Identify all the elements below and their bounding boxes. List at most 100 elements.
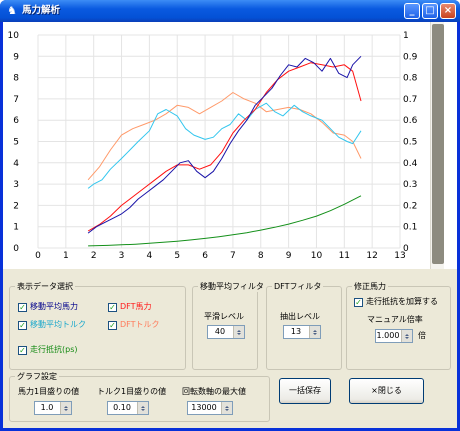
checkbox-label: DFT馬力 [120,302,152,311]
hp-scale-stepper[interactable]: 1.0 [34,401,72,415]
smoothing-level-label: 平滑レベル [204,312,244,321]
spin-arrows-icon[interactable] [309,326,320,338]
correction-caption: 修正馬力 [352,281,388,292]
dft-filter-group: DFTフィルタ 抽出レベル 13 [266,281,342,370]
series-line-4 [88,195,362,247]
dft-filter-caption: DFTフィルタ [272,281,324,292]
hp-scale-label: 馬力1目盛りの値 [18,387,80,396]
manual-rate-value: 1.000 [376,331,400,340]
x-tick-label: 7 [230,251,236,261]
x-tick-label: 11 [339,251,350,261]
checkmark-icon: ✓ [108,321,117,330]
x-tick-label: 3 [119,251,125,261]
spin-arrows-icon[interactable] [233,326,244,338]
x-tick-label: 9 [286,251,292,261]
series-line-1 [87,102,362,189]
y2-tick-label: 0.8 [403,74,418,84]
checkbox-running-resistance[interactable]: ✓ 走行抵抗(ps) [18,344,78,355]
y2-tick-label: 0.9 [403,52,418,62]
y-tick-label: 2 [13,201,19,211]
rpm-max-value: 13000 [191,403,217,412]
rpm-max-label: 回転数軸の最大値 [182,387,246,396]
client-area: 0 1 2 3 4 5 6 7 8 9 10 0 0.1 0.2 0.3 0.4 0.5 0.6 0.7 0.8 0.9… [3,22,457,428]
series-line-3 [87,55,362,234]
close-icon[interactable]: × [440,3,456,19]
smoothing-level-stepper[interactable]: 40 [207,325,245,339]
y-tick-label: 6 [13,116,19,126]
checkbox-label: 走行抵抗(ps) [30,345,78,354]
display-group-caption: 表示データ選択 [15,281,75,292]
x-tick-label: 0 [35,251,41,261]
checkbox-dft-torque[interactable]: ✓ DFTトルク [108,319,160,330]
x-tick-label: 12 [366,251,377,261]
graph-settings-group: グラフ設定 馬力1目盛りの値 1.0 トルク1目盛りの値 0.10 回転数軸の最… [9,371,270,422]
y-tick-label: 9 [13,52,19,62]
minimize-icon[interactable]: _ [404,3,420,19]
y-tick-label: 8 [13,74,19,84]
spin-arrows-icon[interactable] [221,402,232,414]
horse-icon: ♞ [7,4,17,17]
spin-arrows-icon[interactable] [401,330,412,342]
y2-tick-label: 0.5 [403,138,417,148]
y2-tick-label: 1 [403,31,409,41]
maximize-icon[interactable]: □ [422,3,438,19]
rate-unit-label: 倍 [418,331,426,340]
y-tick-label: 10 [8,31,20,41]
hp-scale-value: 1.0 [40,403,54,412]
display-group: 表示データ選択 ✓ 移動平均馬力 ✓ 移動平均トルク ✓ DFT馬力 ✓ DFTトルク … [9,281,186,370]
y-tick-label: 3 [13,180,19,190]
y2-tick-label: 0.2 [403,201,417,211]
manual-rate-label: マニュアル倍率 [367,315,423,324]
checkmark-icon: ✓ [108,303,117,312]
extraction-level-value: 13 [290,327,302,336]
checkbox-label: DFTトルク [120,320,160,329]
y2-tick-label: 0.3 [403,180,417,190]
checkbox-label: 移動平均馬力 [30,302,78,311]
y2-tick-label: 0.1 [403,223,417,233]
y2-tick-label: 0.7 [403,95,417,105]
checkbox-label: 移動平均トルク [30,320,86,329]
moving-avg-filter-caption: 移動平均フィルタ [198,281,266,292]
y-tick-label: 1 [13,223,19,233]
x-tick-label: 10 [311,251,323,261]
checkmark-icon: ✓ [18,346,27,355]
x-tick-label: 1 [63,251,69,261]
y-tick-label: 0 [13,244,19,254]
correction-group: 修正馬力 ✓ 走行抵抗を加算する マニュアル倍率 1.000 倍 [346,281,451,370]
x-tick-label: 8 [258,251,264,261]
smoothing-level-value: 40 [214,327,226,336]
series-line-0 [87,92,362,181]
x-tick-label: 2 [91,251,97,261]
bulk-save-button[interactable]: 一括保存 [279,378,331,404]
spin-arrows-icon[interactable] [137,402,148,414]
torque-scale-label: トルク1目盛りの値 [97,387,167,396]
checkbox-label: 走行抵抗を加算する [366,297,438,306]
y2-tick-label: 0.6 [403,116,418,126]
close-button[interactable]: ×閉じる [349,378,424,404]
title-bar[interactable]: ♞ 馬力解析 _ □ × [0,0,460,22]
checkbox-add-resistance[interactable]: ✓ 走行抵抗を加算する [354,296,438,307]
checkmark-icon: ✓ [354,298,363,307]
vertical-scrollbar[interactable] [430,22,444,269]
x-tick-label: 5 [174,251,180,261]
rpm-max-stepper[interactable]: 13000 [187,401,233,415]
spin-arrows-icon[interactable] [60,402,71,414]
window-title: 馬力解析 [22,5,61,16]
checkbox-moving-avg-torque[interactable]: ✓ 移動平均トルク [18,319,86,330]
moving-avg-filter-group: 移動平均フィルタ 平滑レベル 40 [192,281,266,370]
y-tick-label: 7 [13,95,19,105]
x-tick-label: 13 [394,251,405,261]
y-tick-label: 5 [13,138,19,148]
graph-settings-caption: グラフ設定 [15,371,59,382]
x-tick-label: 6 [202,251,208,261]
extraction-level-stepper[interactable]: 13 [283,325,321,339]
y-tick-label: 4 [13,159,19,169]
manual-rate-stepper[interactable]: 1.000 [375,329,413,343]
checkbox-moving-avg-hp[interactable]: ✓ 移動平均馬力 [18,301,78,312]
checkbox-dft-hp[interactable]: ✓ DFT馬力 [108,301,152,312]
checkmark-icon: ✓ [18,303,27,312]
torque-scale-value: 0.10 [113,403,131,412]
scrollbar-thumb[interactable] [432,24,444,264]
torque-scale-stepper[interactable]: 0.10 [107,401,149,415]
extraction-level-label: 抽出レベル [280,312,320,321]
